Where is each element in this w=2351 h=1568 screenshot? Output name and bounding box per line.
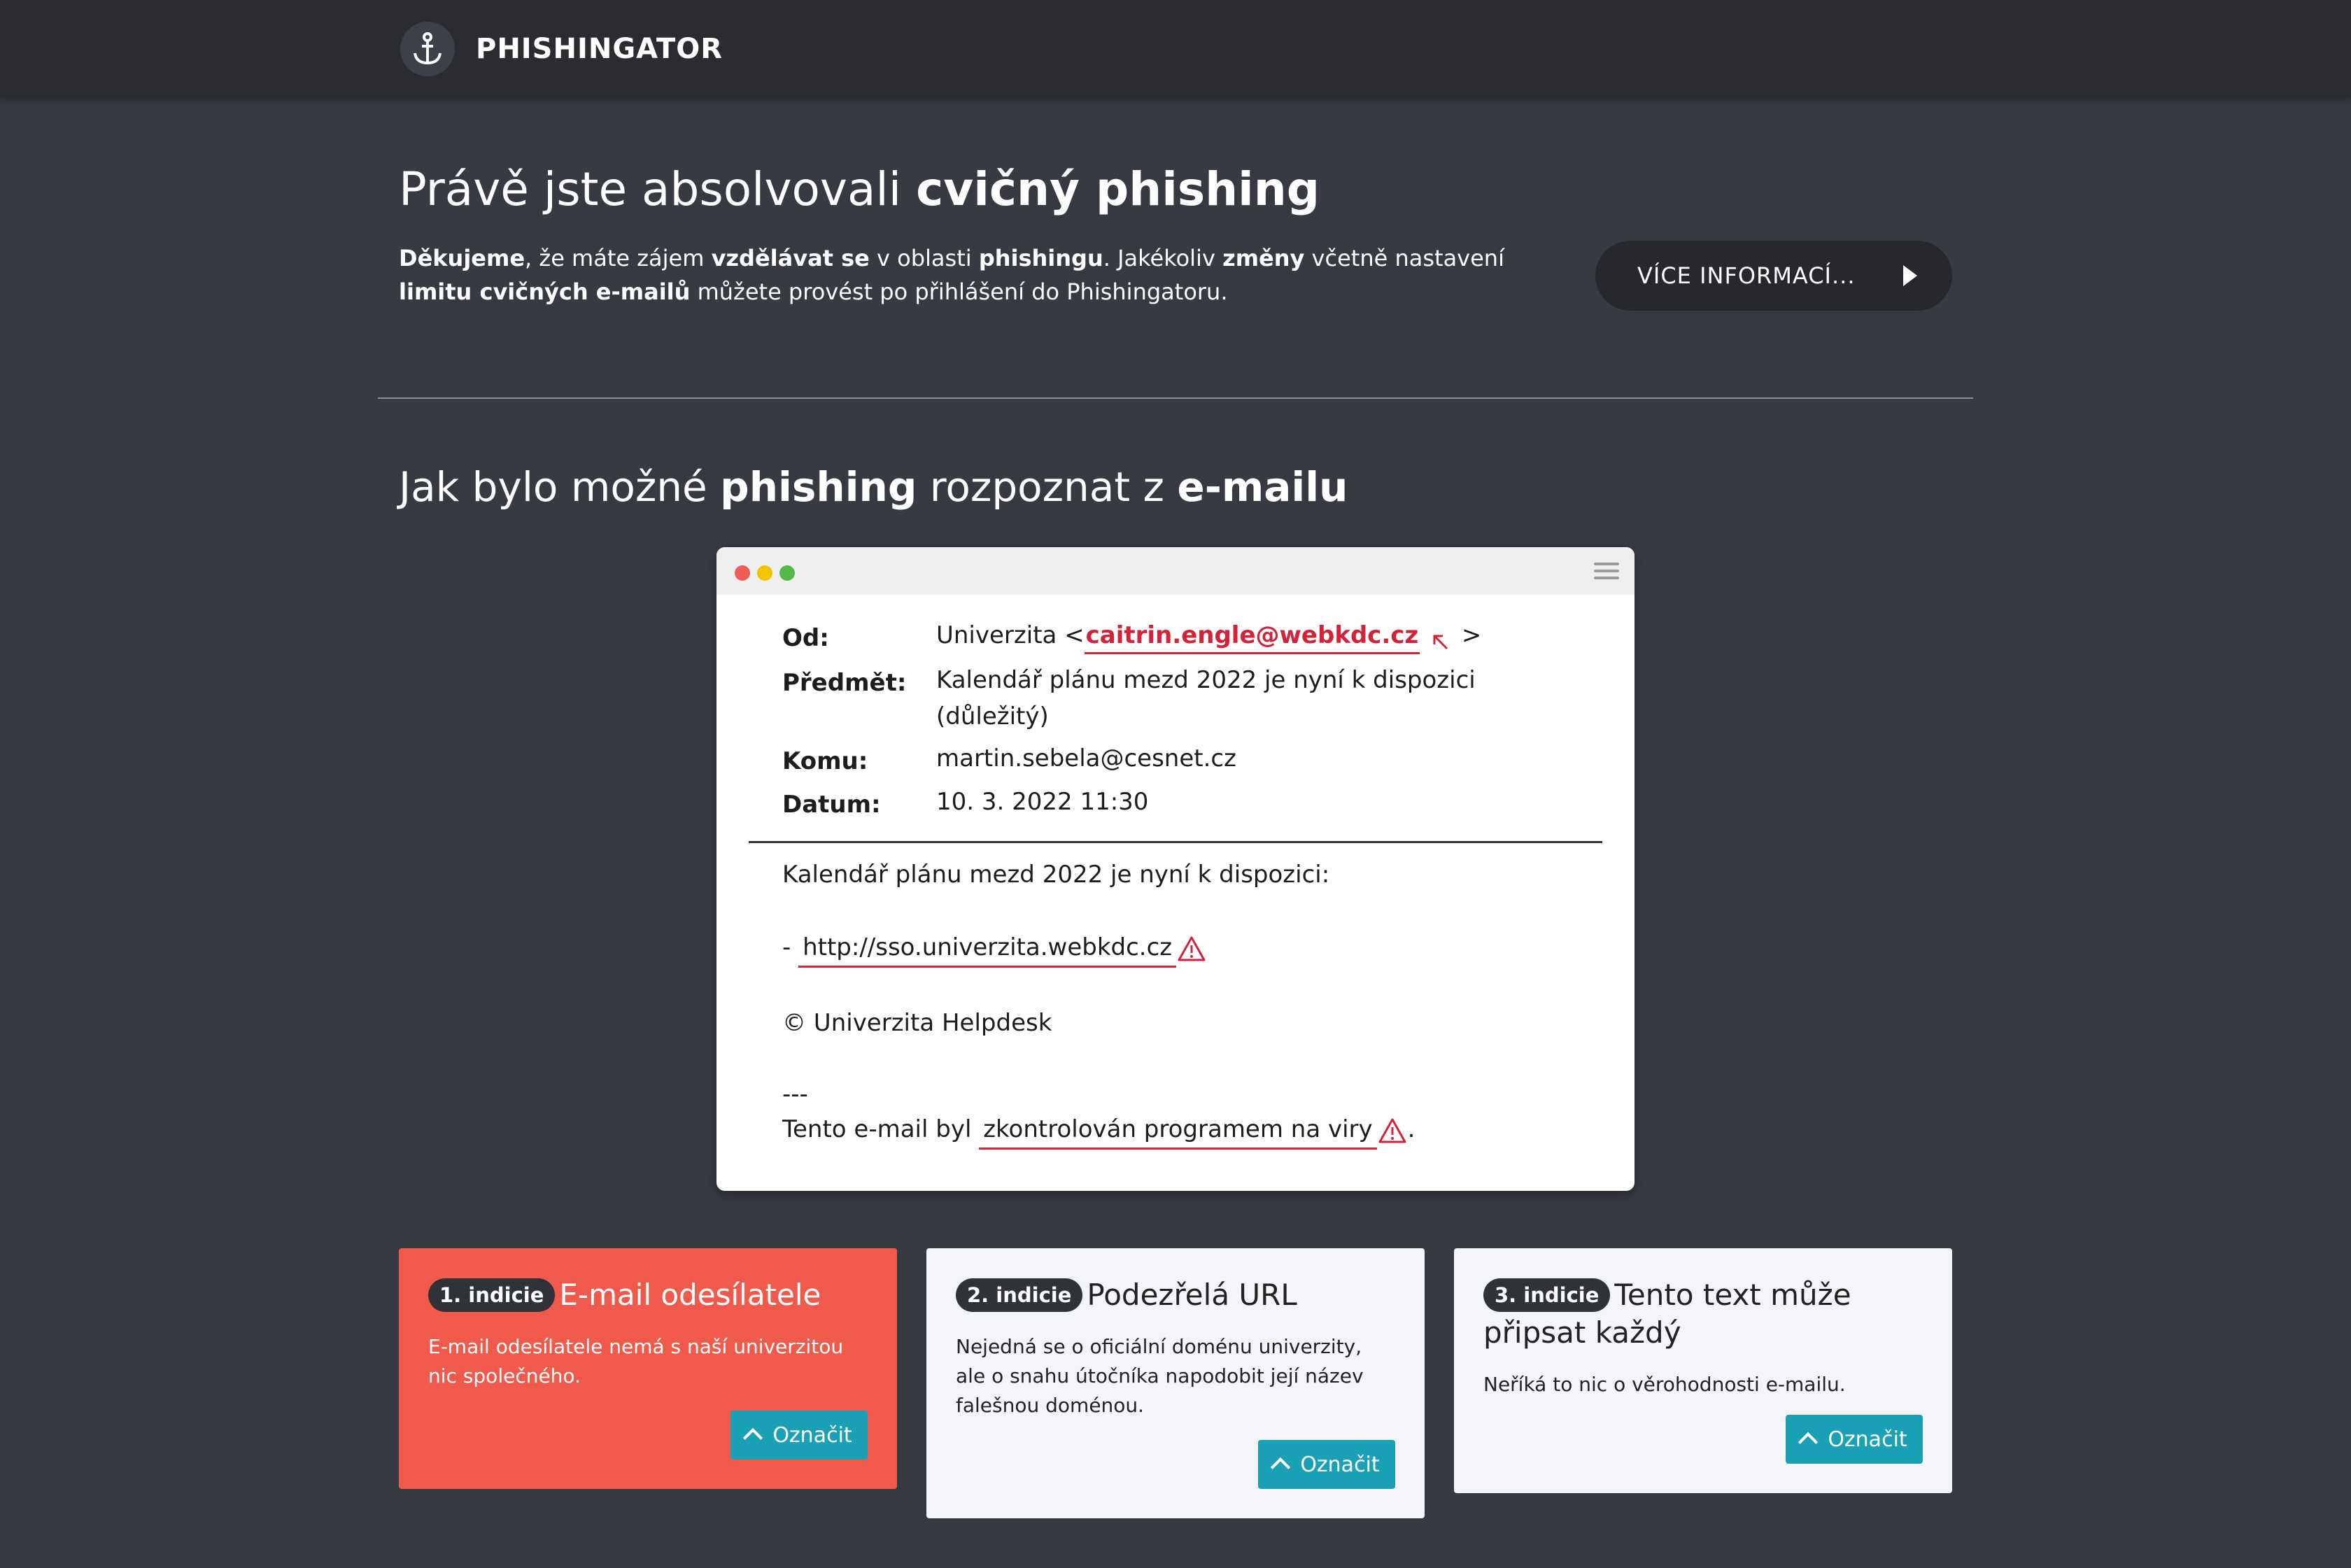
play-icon	[1903, 265, 1917, 286]
arrow-up-left-icon	[1433, 635, 1448, 650]
hamburger-menu-icon	[1594, 563, 1619, 581]
section-title: Jak bylo možné phishing rozpoznat z e-ma…	[399, 463, 1348, 511]
subject-value: Kalendář plánu mezd 2022 je nyní k dispo…	[936, 666, 1476, 730]
card-text: Neříká to nic o věrohodnosti e-mailu.	[1483, 1373, 1846, 1396]
card-title: 2. indicie Podezřelá URL	[956, 1276, 1395, 1314]
clue-card-1: 1. indicie E-mail odesílatele E-mail odes…	[399, 1248, 897, 1489]
date-label: Datum:	[782, 791, 881, 819]
window-titlebar	[716, 547, 1635, 595]
card-text: E-mail odesílatele nemá s naší univerzit…	[428, 1335, 844, 1387]
brand-name: PHISHINGATOR	[476, 33, 723, 65]
email-body-link-line: - http://sso.univerzita.webkdc.cz	[782, 933, 1207, 968]
sender-address-link[interactable]: caitrin.engle@webkdc.cz	[1084, 621, 1420, 654]
more-info-button[interactable]: VÍCE INFORMACÍ...	[1595, 241, 1952, 311]
brand-link[interactable]: PHISHINGATOR	[400, 21, 723, 77]
card-text: Nejedná se o oficiální doménu univerzity…	[956, 1335, 1364, 1417]
subject-label: Předmět:	[782, 669, 907, 697]
virus-check-claim-link[interactable]: zkontrolován programem na viry	[979, 1115, 1377, 1150]
email-body-intro: Kalendář plánu mezd 2022 je nyní k dispo…	[782, 861, 1330, 889]
clue-card-3: 3. indicie Tento text může připsat každý …	[1454, 1248, 1952, 1493]
section-divider	[378, 397, 1973, 399]
clue-badge: 3. indicie	[1483, 1278, 1611, 1312]
warning-icon	[1178, 936, 1206, 961]
more-info-label: VÍCE INFORMACÍ...	[1637, 262, 1856, 289]
clue-badge: 2. indicie	[956, 1278, 1083, 1312]
from-label: Od:	[782, 624, 829, 652]
footer-period: .	[1407, 1115, 1415, 1143]
card-title: 1. indicie E-mail odesílatele	[428, 1276, 868, 1314]
from-value: Univerzita <caitrin.engle@webkdc.cz >	[936, 617, 1481, 654]
suspicious-url-link[interactable]: http://sso.univerzita.webkdc.cz	[798, 933, 1177, 968]
hero-text: Děkujeme, že máte zájem vzdělávat se v o…	[399, 245, 1504, 305]
chevron-up-icon	[1798, 1432, 1819, 1453]
top-navbar: PHISHINGATOR	[0, 0, 2351, 98]
minimize-dot-icon	[757, 565, 772, 581]
date-value: 10. 3. 2022 11:30	[936, 788, 1149, 816]
mark-button[interactable]: Označit	[1258, 1440, 1395, 1489]
close-dot-icon	[735, 565, 750, 581]
card-title: 3. indicie Tento text může připsat každý	[1483, 1278, 1851, 1350]
from-name: Univerzita <	[936, 621, 1085, 649]
to-label: Komu:	[782, 747, 868, 775]
mark-button[interactable]: Označit	[730, 1411, 868, 1460]
to-value: martin.sebela@cesnet.cz	[936, 744, 1236, 772]
email-body-separator: ---	[782, 1080, 808, 1108]
email-preview-window: Od: Univerzita <caitrin.engle@webkdc.cz …	[716, 547, 1635, 1191]
bullet-dash: -	[782, 933, 791, 961]
mark-button[interactable]: Označit	[1786, 1415, 1923, 1464]
warning-icon	[1378, 1118, 1406, 1143]
email-header-separator	[749, 841, 1602, 843]
clue-card-2: 2. indicie Podezřelá URL Nejedná se o ofi…	[926, 1248, 1425, 1518]
email-body-footer: Tento e-mail byl zkontrolován programem …	[782, 1115, 1415, 1150]
footer-text: Tento e-mail byl	[782, 1115, 972, 1143]
email-body-signature: © Univerzita Helpdesk	[782, 1009, 1052, 1037]
from-close: >	[1461, 621, 1482, 649]
chevron-up-icon	[1271, 1457, 1291, 1478]
anchor-icon	[400, 22, 455, 76]
maximize-dot-icon	[779, 565, 795, 581]
clue-badge: 1. indicie	[428, 1278, 556, 1312]
hero-title: Právě jste absolvovali cvičný phishing	[399, 162, 1320, 216]
chevron-up-icon	[743, 1427, 763, 1448]
